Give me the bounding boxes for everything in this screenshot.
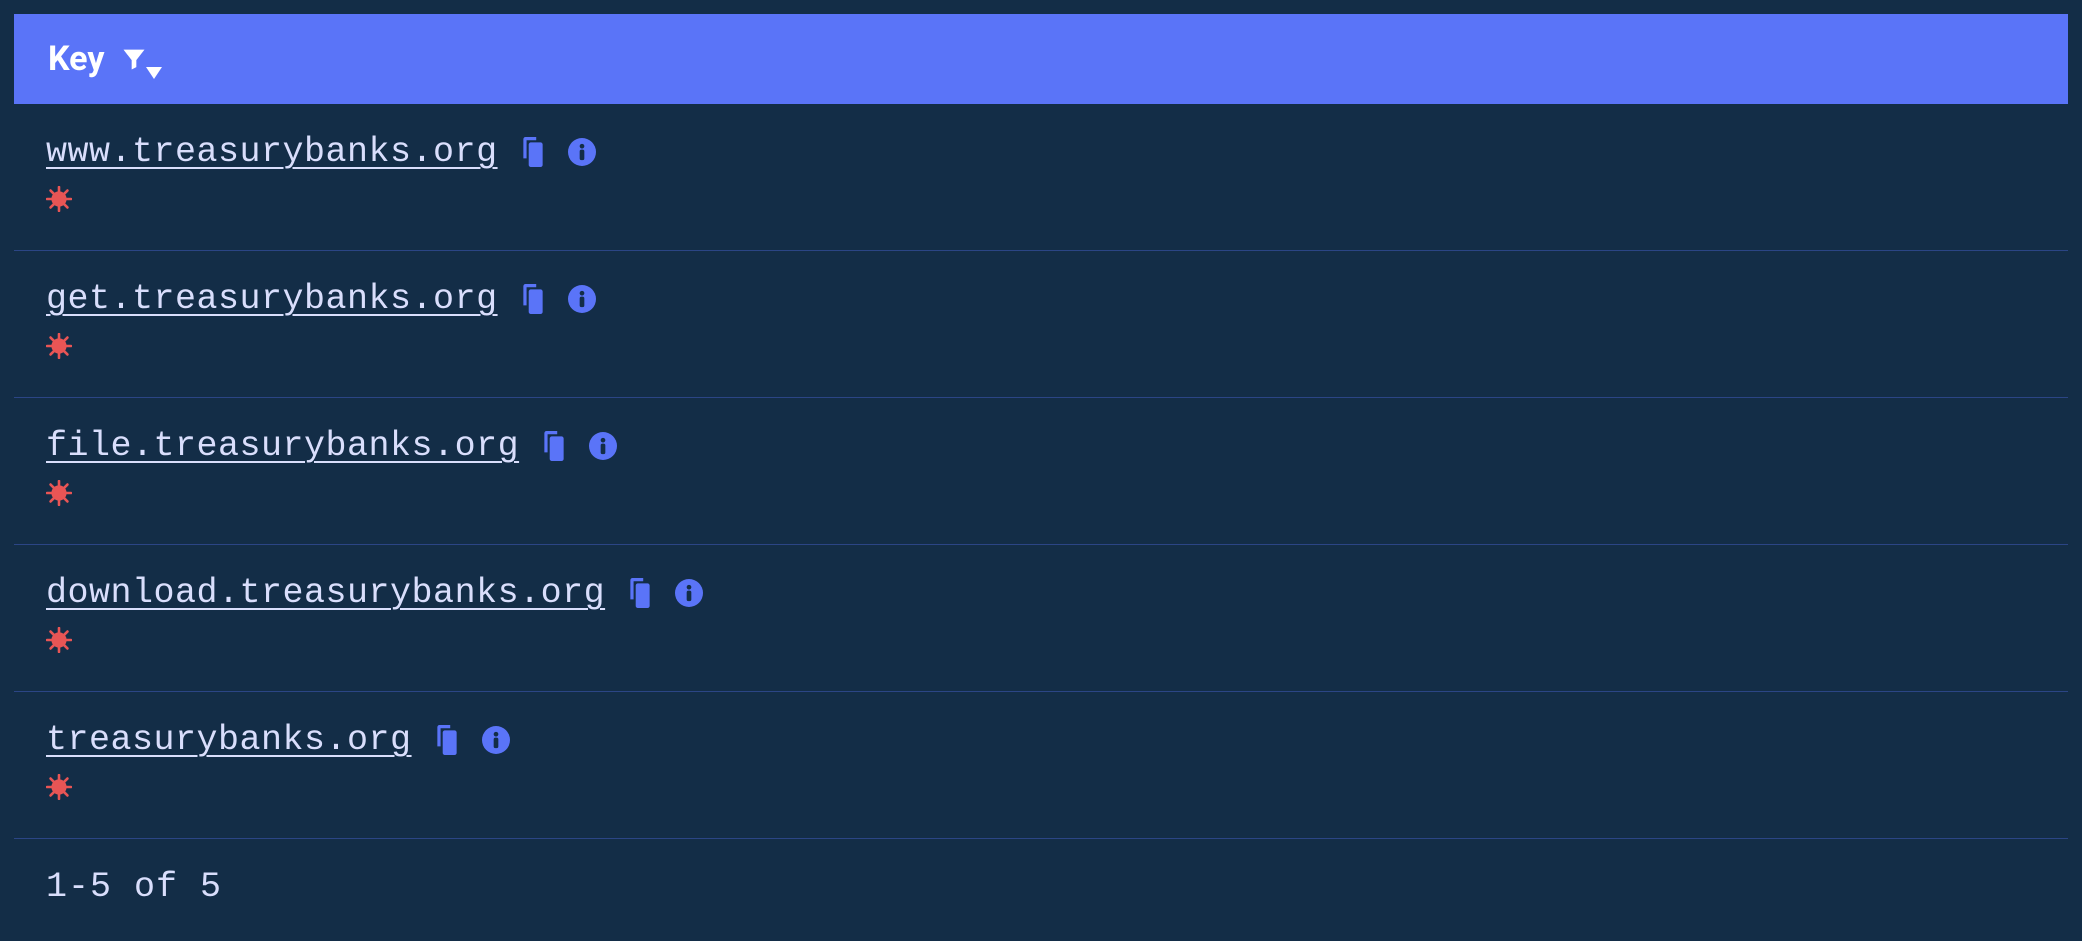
- results-panel: Key www.treasurybanks.org: [14, 14, 2068, 927]
- virus-icon: [46, 186, 72, 212]
- virus-icon: [46, 627, 72, 653]
- virus-icon: [46, 480, 72, 506]
- pagination-text: 1-5 of 5: [14, 839, 2068, 927]
- column-header-label: Key: [48, 39, 104, 79]
- info-icon[interactable]: [482, 726, 510, 754]
- copy-icon[interactable]: [541, 431, 567, 461]
- domain-link[interactable]: file.treasurybanks.org: [46, 426, 519, 466]
- domain-link[interactable]: download.treasurybanks.org: [46, 573, 605, 613]
- domain-link[interactable]: treasurybanks.org: [46, 720, 412, 760]
- copy-icon[interactable]: [520, 137, 546, 167]
- domain-link[interactable]: www.treasurybanks.org: [46, 132, 498, 172]
- copy-icon[interactable]: [627, 578, 653, 608]
- filter-icon[interactable]: [120, 45, 148, 73]
- table-row: file.treasurybanks.org: [14, 398, 2068, 545]
- table-row: www.treasurybanks.org: [14, 104, 2068, 251]
- virus-icon: [46, 774, 72, 800]
- table-row: treasurybanks.org: [14, 692, 2068, 839]
- copy-icon[interactable]: [520, 284, 546, 314]
- sort-caret-icon[interactable]: [146, 67, 162, 79]
- virus-icon: [46, 333, 72, 359]
- table-row: download.treasurybanks.org: [14, 545, 2068, 692]
- copy-icon[interactable]: [434, 725, 460, 755]
- info-icon[interactable]: [675, 579, 703, 607]
- table-row: get.treasurybanks.org: [14, 251, 2068, 398]
- domain-link[interactable]: get.treasurybanks.org: [46, 279, 498, 319]
- column-header-controls: [120, 45, 162, 73]
- info-icon[interactable]: [589, 432, 617, 460]
- column-header[interactable]: Key: [14, 14, 2068, 104]
- info-icon[interactable]: [568, 285, 596, 313]
- info-icon[interactable]: [568, 138, 596, 166]
